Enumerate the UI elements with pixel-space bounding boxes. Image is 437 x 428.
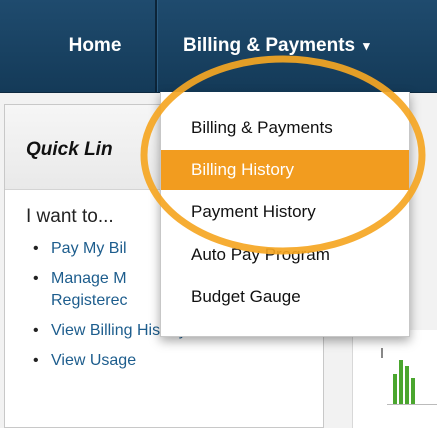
nav-divider bbox=[155, 0, 158, 92]
quick-link-label: Registerec bbox=[51, 292, 128, 309]
usage-bar bbox=[399, 360, 403, 404]
menu-item-payment-history[interactable]: Payment History bbox=[161, 192, 409, 232]
i-want-to-label: I want to... bbox=[26, 206, 114, 227]
chevron-down-icon: ▾ bbox=[363, 38, 370, 53]
quick-link-view-usage[interactable]: View Usage bbox=[33, 350, 311, 372]
nav-home-link[interactable]: Home bbox=[36, 0, 154, 92]
menu-item-label: Billing History bbox=[191, 160, 294, 179]
top-nav-bar: Home Billing & Payments ▾ bbox=[0, 0, 437, 93]
menu-item-budget-gauge[interactable]: Budget Gauge bbox=[161, 277, 409, 317]
quick-link-manage[interactable]: Manage M Registerec bbox=[33, 268, 181, 312]
page: Home Billing & Payments ▾ Quick Lin I wa… bbox=[0, 0, 437, 428]
nav-billing-label: Billing & Payments bbox=[183, 35, 356, 56]
menu-item-label: Billing & Payments bbox=[191, 118, 333, 137]
menu-item-label: Budget Gauge bbox=[191, 287, 301, 306]
menu-item-auto-pay-program[interactable]: Auto Pay Program bbox=[161, 235, 409, 275]
quick-link-label: Pay My Bil bbox=[51, 240, 127, 257]
menu-item-label: Auto Pay Program bbox=[191, 245, 330, 264]
usage-chart-thumbnail bbox=[352, 330, 437, 428]
chart-tick bbox=[381, 348, 383, 358]
menu-item-label: Payment History bbox=[191, 202, 316, 221]
nav-billing-payments-menu[interactable]: Billing & Payments ▾ bbox=[163, 0, 437, 92]
billing-payments-dropdown: Billing & Payments Billing History Payme… bbox=[160, 92, 410, 337]
menu-item-billing-history[interactable]: Billing History bbox=[161, 150, 409, 190]
usage-bar bbox=[411, 378, 415, 404]
usage-bar bbox=[393, 374, 397, 404]
usage-bars bbox=[393, 360, 423, 404]
nav-home-label: Home bbox=[68, 35, 122, 56]
quick-link-label: View Usage bbox=[51, 352, 137, 369]
quick-links-title: Quick Lin bbox=[26, 139, 113, 160]
menu-item-billing-payments[interactable]: Billing & Payments bbox=[161, 108, 409, 148]
chart-axis bbox=[387, 404, 437, 405]
quick-link-label: Manage M bbox=[51, 270, 127, 287]
usage-bar bbox=[405, 366, 409, 404]
